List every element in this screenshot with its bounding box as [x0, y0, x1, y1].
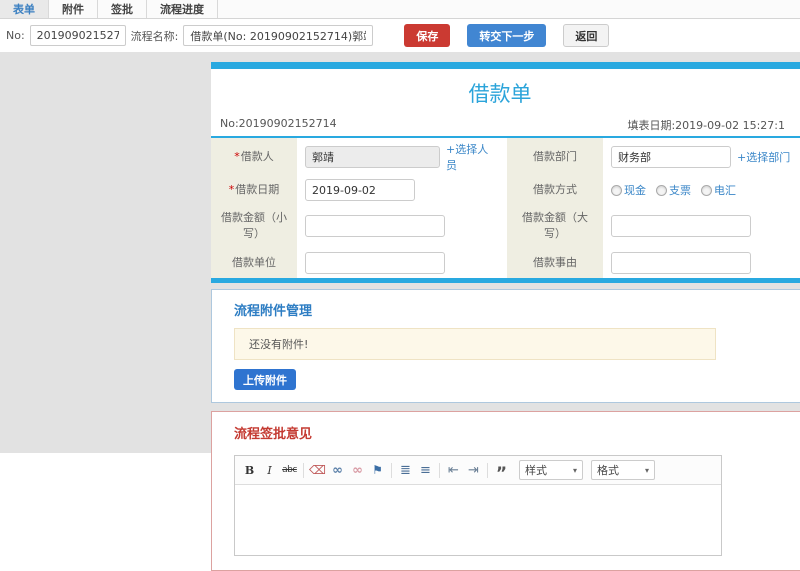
main-panel: 借款单 No:20190902152714 填表日期:2019-09-02 15… [211, 62, 800, 571]
styles-dropdown[interactable]: 样式 ▾ [519, 460, 583, 480]
toolbar-separator [391, 462, 392, 478]
required-mark: * [234, 149, 240, 163]
borrower-label: *借款人 [211, 138, 297, 176]
required-mark: * [228, 182, 235, 196]
amount-lower-input[interactable] [305, 215, 445, 237]
forward-next-step-button[interactable]: 转交下一步 [467, 24, 547, 47]
blockquote-icon[interactable]: ” [492, 461, 511, 482]
rich-text-editor: B I abc ⌫ ∞ ∞ ⚑ ≣ ≡ ⇤ ⇥ ” 样式 ▾ 格式 ▾ [234, 455, 722, 556]
loan-method-label: 借款方式 [507, 176, 603, 204]
amount-upper-label: 借款金额（大写） [507, 204, 603, 248]
loan-unit-input[interactable] [305, 252, 445, 274]
format-dropdown-label: 格式 [597, 464, 619, 477]
form-row-unit-reason: 借款单位 借款事由 [211, 248, 800, 278]
editor-content[interactable] [235, 485, 721, 555]
select-department-link[interactable]: +选择部门 [737, 149, 790, 165]
radio-check-label: 支票 [669, 184, 691, 197]
tab-bar: 表单 附件 签批 流程进度 [0, 0, 800, 19]
approval-heading: 流程签批意见 [234, 427, 313, 442]
action-bar: No: 流程名称: 保存 转交下一步 返回 [0, 19, 800, 53]
loan-date-input[interactable] [305, 179, 415, 201]
strikethrough-icon[interactable]: abc [280, 461, 299, 480]
borrower-input[interactable] [305, 146, 440, 168]
italic-icon[interactable]: I [260, 461, 279, 480]
department-input[interactable] [611, 146, 731, 168]
toolbar-separator [439, 462, 440, 478]
form-row-date-method: *借款日期 借款方式 现金 支票 电汇 [211, 176, 800, 204]
amount-upper-input[interactable] [611, 215, 751, 237]
toolbar-separator [487, 462, 488, 478]
no-attachments-message: 还没有附件! [234, 328, 716, 360]
remove-format-icon[interactable]: ⌫ [308, 461, 327, 480]
form-bottom-accent-bar [211, 278, 800, 283]
amount-lower-label: 借款金额（小写） [211, 204, 297, 248]
radio-wire-label: 电汇 [714, 184, 736, 197]
upload-attachment-button[interactable]: 上传附件 [234, 369, 296, 390]
form-row-borrower: *借款人 +选择人员 借款部门 +选择部门 [211, 138, 800, 176]
form-row-amount: 借款金额（小写） 借款金额（大写） [211, 204, 800, 248]
process-name-input[interactable] [183, 25, 374, 46]
document-number: No:20190902152714 [220, 117, 337, 130]
approval-panel: 流程签批意见 B I abc ⌫ ∞ ∞ ⚑ ≣ ≡ ⇤ ⇥ ” 样式 ▾ 格式… [211, 411, 800, 571]
toolbar-separator [303, 462, 304, 478]
unordered-list-icon[interactable]: ≡ [416, 461, 435, 480]
radio-wire[interactable] [701, 184, 712, 196]
page-background: 借款单 No:20190902152714 填表日期:2019-09-02 15… [0, 53, 800, 571]
attachments-heading: 流程附件管理 [234, 304, 313, 319]
indent-icon[interactable]: ⇥ [464, 461, 483, 480]
tab-form[interactable]: 表单 [0, 0, 49, 18]
loan-reason-label: 借款事由 [507, 248, 603, 278]
loan-reason-input[interactable] [611, 252, 751, 274]
styles-dropdown-label: 样式 [525, 464, 547, 477]
loan-date-label: *借款日期 [211, 176, 297, 204]
fill-date: 填表日期:2019-09-02 15:27:1 [627, 119, 785, 132]
radio-cash[interactable] [611, 184, 622, 196]
form-top-accent-bar [211, 62, 800, 69]
form-title: 借款单 [468, 82, 532, 106]
editor-toolbar: B I abc ⌫ ∞ ∞ ⚑ ≣ ≡ ⇤ ⇥ ” 样式 ▾ 格式 ▾ [235, 456, 721, 485]
no-input[interactable] [29, 25, 126, 46]
format-dropdown[interactable]: 格式 ▾ [591, 460, 655, 480]
chevron-down-icon: ▾ [644, 465, 649, 475]
process-name-label: 流程名称: [130, 29, 179, 43]
unlink-icon[interactable]: ∞ [348, 461, 367, 480]
radio-cash-label: 现金 [624, 184, 646, 197]
loan-unit-label: 借款单位 [211, 248, 297, 278]
select-person-link[interactable]: +选择人员 [446, 141, 499, 173]
link-icon[interactable]: ∞ [328, 461, 347, 480]
tab-progress[interactable]: 流程进度 [147, 0, 218, 18]
loan-method-options: 现金 支票 电汇 [603, 176, 800, 204]
save-button[interactable]: 保存 [404, 24, 451, 47]
radio-check[interactable] [656, 184, 667, 196]
form-meta-row: No:20190902152714 填表日期:2019-09-02 15:27:… [211, 112, 789, 136]
chevron-down-icon: ▾ [572, 465, 577, 475]
ordered-list-icon[interactable]: ≣ [396, 461, 415, 480]
back-button[interactable]: 返回 [563, 24, 610, 47]
outdent-icon[interactable]: ⇤ [444, 461, 463, 480]
anchor-flag-icon[interactable]: ⚑ [368, 461, 387, 480]
no-label: No: [6, 29, 25, 42]
department-label: 借款部门 [507, 138, 603, 176]
bold-icon[interactable]: B [240, 461, 259, 480]
attachments-panel: 流程附件管理 还没有附件! 上传附件 [211, 289, 800, 403]
tab-attachments[interactable]: 附件 [49, 0, 98, 18]
tab-approval[interactable]: 签批 [98, 0, 147, 18]
loan-form-panel: 借款单 No:20190902152714 填表日期:2019-09-02 15… [211, 62, 800, 283]
